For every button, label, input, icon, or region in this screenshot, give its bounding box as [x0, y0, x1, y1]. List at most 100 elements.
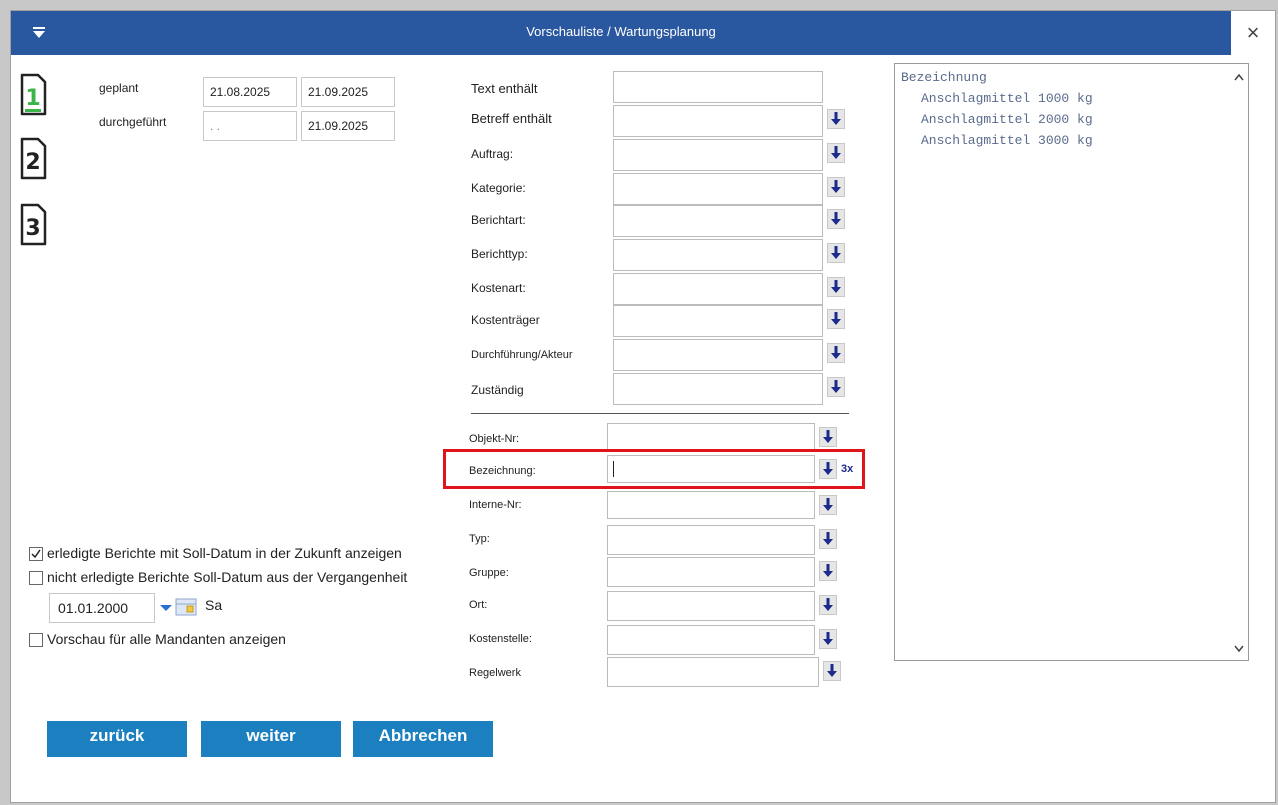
dropdown-arrow-icon[interactable] [159, 603, 173, 613]
kostenstelle-arrow-button[interactable] [819, 629, 837, 649]
step-2-icon[interactable]: 2 [19, 137, 47, 180]
zustaendig-arrow-button[interactable] [827, 377, 845, 397]
list-item[interactable]: Anschlagmittel 3000 kg [921, 133, 1093, 148]
berichttyp-input[interactable] [613, 239, 823, 271]
arrow-down-icon [831, 280, 841, 293]
subject-arrow-button[interactable] [827, 109, 845, 129]
calendar-icon[interactable] [175, 597, 197, 617]
bezeichnung-arrow-button[interactable] [819, 459, 837, 479]
arrow-down-icon [831, 112, 841, 125]
ort-arrow-button[interactable] [819, 595, 837, 615]
ort-input[interactable] [607, 591, 815, 621]
berichtart-arrow-button[interactable] [827, 209, 845, 229]
planned-from-field[interactable]: 21.08.2025 [203, 77, 297, 107]
arrow-down-icon [823, 632, 833, 645]
step-1-label: 1 [25, 86, 40, 111]
berichtart-input[interactable] [613, 205, 823, 237]
arrow-down-icon [831, 246, 841, 259]
regelwerk-input[interactable] [607, 657, 819, 687]
berichtart-label: Berichtart: [471, 213, 526, 227]
title-bar: Vorschauliste / Wartungsplanung [11, 11, 1231, 55]
kostentraeger-input[interactable] [613, 305, 823, 337]
gruppe-input[interactable] [607, 557, 815, 587]
kostenart-input[interactable] [613, 273, 823, 305]
zustaendig-input[interactable] [613, 373, 823, 405]
bezeichnung-count-badge[interactable]: 3x [841, 463, 853, 475]
close-button[interactable]: × [1235, 15, 1271, 51]
bezeichnung-input[interactable] [607, 455, 815, 483]
gruppe-label: Gruppe: [469, 567, 509, 579]
typ-arrow-button[interactable] [819, 529, 837, 549]
past-day-label: Sa [205, 597, 223, 613]
text-contains-label: Text enthält [471, 81, 538, 96]
kategorie-label: Kategorie: [471, 181, 526, 195]
past-open-checkbox[interactable] [29, 571, 43, 585]
step-1-icon[interactable]: 1 [19, 73, 47, 116]
kategorie-input[interactable] [613, 173, 823, 205]
scroll-down-icon[interactable] [1233, 644, 1245, 654]
kostenart-arrow-button[interactable] [827, 277, 845, 297]
typ-label: Typ: [469, 533, 490, 545]
future-done-checkbox[interactable] [29, 547, 43, 561]
regelwerk-arrow-button[interactable] [823, 661, 841, 681]
auftrag-arrow-button[interactable] [827, 143, 845, 163]
durchfuehrung-arrow-button[interactable] [827, 343, 845, 363]
arrow-down-icon [831, 212, 841, 225]
dialog-window: Vorschauliste / Wartungsplanung × 1 2 3 … [10, 10, 1276, 803]
all-clients-label[interactable]: Vorschau für alle Mandanten anzeigen [47, 631, 286, 647]
zustaendig-label: Zuständig [471, 383, 524, 397]
arrow-down-icon [827, 664, 837, 677]
regelwerk-label: Regelwerk [469, 667, 521, 679]
separator-line [471, 413, 849, 414]
arrow-down-icon [823, 462, 833, 475]
text-cursor [613, 461, 614, 477]
step-2-label: 2 [25, 150, 40, 175]
executed-from-field[interactable]: . . [203, 111, 297, 141]
cancel-button[interactable]: Abbrechen [353, 721, 493, 757]
arrow-down-icon [823, 598, 833, 611]
preview-header: Bezeichnung [901, 70, 987, 85]
all-clients-checkbox[interactable] [29, 633, 43, 647]
scroll-up-icon[interactable] [1233, 72, 1245, 82]
past-date-field[interactable]: 01.01.2000 [49, 593, 155, 623]
next-button[interactable]: weiter [201, 721, 341, 757]
durchfuehrung-input[interactable] [613, 339, 823, 371]
arrow-down-icon [823, 564, 833, 577]
back-button[interactable]: zurück [47, 721, 187, 757]
past-open-label[interactable]: nicht erledigte Berichte Soll-Datum aus … [47, 569, 407, 585]
interne-nr-arrow-button[interactable] [819, 495, 837, 515]
kostenstelle-input[interactable] [607, 625, 815, 655]
auftrag-input[interactable] [613, 139, 823, 171]
berichttyp-label: Berichttyp: [471, 247, 528, 261]
kostenart-label: Kostenart: [471, 281, 526, 295]
checkmark-icon [31, 549, 41, 559]
list-item[interactable]: Anschlagmittel 1000 kg [921, 91, 1093, 106]
arrow-down-icon [831, 146, 841, 159]
typ-input[interactable] [607, 525, 815, 555]
bezeichnung-label: Bezeichnung: [469, 465, 536, 477]
kostenstelle-label: Kostenstelle: [469, 633, 532, 645]
objekt-nr-arrow-button[interactable] [819, 427, 837, 447]
arrow-down-icon [831, 346, 841, 359]
executed-label: durchgeführt [99, 115, 167, 129]
objekt-nr-input[interactable] [607, 423, 815, 451]
subject-contains-input[interactable] [613, 105, 823, 137]
interne-nr-input[interactable] [607, 491, 815, 519]
berichttyp-arrow-button[interactable] [827, 243, 845, 263]
text-contains-input[interactable] [613, 71, 823, 103]
step-3-icon[interactable]: 3 [19, 203, 47, 246]
arrow-down-icon [823, 532, 833, 545]
kategorie-arrow-button[interactable] [827, 177, 845, 197]
executed-to-field[interactable]: 21.09.2025 [301, 111, 395, 141]
preview-list[interactable]: Bezeichnung Anschlagmittel 1000 kg Ansch… [894, 63, 1249, 661]
auftrag-label: Auftrag: [471, 147, 514, 161]
future-done-label[interactable]: erledigte Berichte mit Soll-Datum in der… [47, 545, 402, 561]
arrow-down-icon [823, 430, 833, 443]
arrow-down-icon [823, 498, 833, 511]
window-title: Vorschauliste / Wartungsplanung [526, 24, 716, 39]
ort-label: Ort: [469, 599, 488, 611]
list-item[interactable]: Anschlagmittel 2000 kg [921, 112, 1093, 127]
kostentraeger-arrow-button[interactable] [827, 309, 845, 329]
planned-to-field[interactable]: 21.09.2025 [301, 77, 395, 107]
gruppe-arrow-button[interactable] [819, 561, 837, 581]
